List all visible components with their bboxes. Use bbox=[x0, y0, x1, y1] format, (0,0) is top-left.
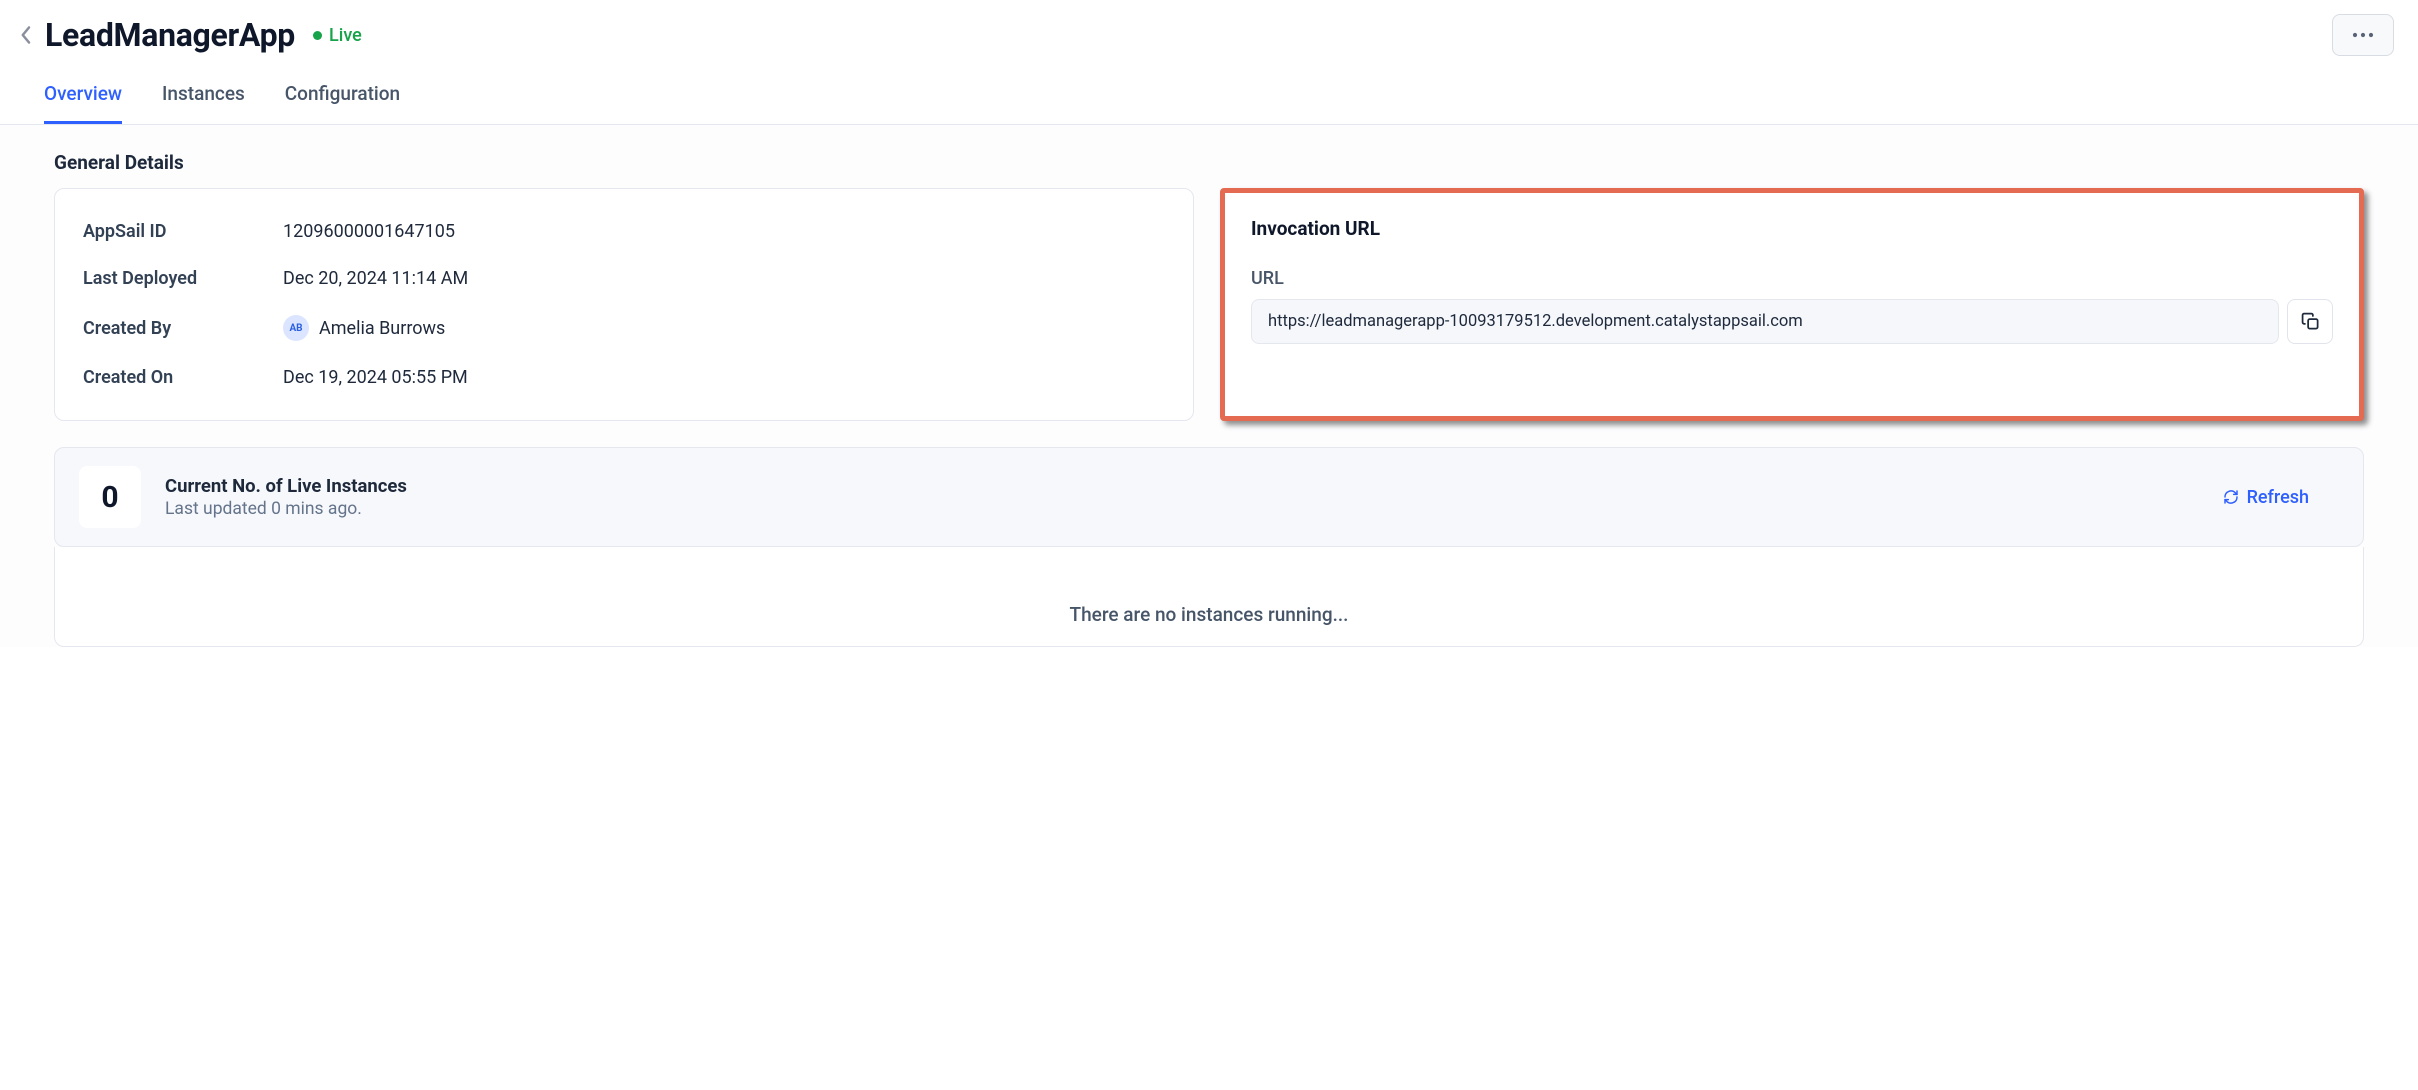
instances-left: 0 Current No. of Live Instances Last upd… bbox=[79, 466, 407, 528]
copy-icon bbox=[2301, 312, 2320, 331]
chevron-left-icon bbox=[20, 25, 33, 45]
created-by-value-wrap: AB Amelia Burrows bbox=[283, 315, 445, 341]
created-by-name: Amelia Burrows bbox=[319, 318, 445, 339]
details-row: AppSail ID 12096000001647105 Last Deploy… bbox=[10, 188, 2408, 421]
content-area: General Details AppSail ID 1209600000164… bbox=[0, 125, 2418, 647]
empty-instances-message: There are no instances running... bbox=[54, 547, 2364, 647]
detail-row-created-on: Created On Dec 19, 2024 05:55 PM bbox=[83, 367, 1165, 388]
status-label: Live bbox=[329, 25, 362, 46]
refresh-icon bbox=[2223, 489, 2239, 505]
instances-primary-text: Current No. of Live Instances bbox=[165, 475, 407, 497]
more-actions-button[interactable] bbox=[2332, 14, 2394, 56]
created-by-label: Created By bbox=[83, 318, 283, 339]
invocation-url-card: Invocation URL URL https://leadmanagerap… bbox=[1220, 188, 2364, 421]
avatar: AB bbox=[283, 315, 309, 341]
detail-row-created-by: Created By AB Amelia Burrows bbox=[83, 315, 1165, 341]
header-left: LeadManagerApp Live bbox=[16, 16, 362, 54]
tab-instances[interactable]: Instances bbox=[162, 82, 245, 124]
tab-overview[interactable]: Overview bbox=[44, 82, 122, 124]
app-title: LeadManagerApp bbox=[45, 16, 295, 54]
back-button[interactable] bbox=[16, 21, 37, 49]
status-badge: Live bbox=[313, 25, 362, 46]
appsail-id-value: 12096000001647105 bbox=[283, 221, 455, 242]
more-horizontal-icon bbox=[2351, 26, 2375, 44]
tab-configuration[interactable]: Configuration bbox=[285, 82, 400, 124]
invocation-url-value[interactable]: https://leadmanagerapp-10093179512.devel… bbox=[1251, 299, 2279, 344]
copy-url-button[interactable] bbox=[2287, 299, 2333, 344]
general-details-title: General Details bbox=[10, 151, 2408, 188]
detail-row-last-deployed: Last Deployed Dec 20, 2024 11:14 AM bbox=[83, 268, 1165, 289]
url-row: https://leadmanagerapp-10093179512.devel… bbox=[1251, 299, 2333, 344]
refresh-label: Refresh bbox=[2247, 487, 2309, 508]
instances-secondary-text: Last updated 0 mins ago. bbox=[165, 499, 407, 519]
created-on-label: Created On bbox=[83, 367, 283, 388]
page-header: LeadManagerApp Live bbox=[0, 0, 2418, 56]
last-deployed-value: Dec 20, 2024 11:14 AM bbox=[283, 268, 468, 289]
created-on-value: Dec 19, 2024 05:55 PM bbox=[283, 367, 468, 388]
tabs: Overview Instances Configuration bbox=[0, 56, 2418, 125]
invocation-title: Invocation URL bbox=[1251, 217, 2333, 240]
last-deployed-label: Last Deployed bbox=[83, 268, 283, 289]
status-dot-icon bbox=[313, 31, 322, 40]
appsail-id-label: AppSail ID bbox=[83, 221, 283, 242]
url-label: URL bbox=[1251, 268, 2333, 289]
instances-text: Current No. of Live Instances Last updat… bbox=[165, 475, 407, 519]
general-details-card: AppSail ID 12096000001647105 Last Deploy… bbox=[54, 188, 1194, 421]
live-instances-bar: 0 Current No. of Live Instances Last upd… bbox=[54, 447, 2364, 547]
refresh-button[interactable]: Refresh bbox=[2223, 487, 2339, 508]
live-instances-count: 0 bbox=[79, 466, 141, 528]
detail-row-appsail-id: AppSail ID 12096000001647105 bbox=[83, 221, 1165, 242]
